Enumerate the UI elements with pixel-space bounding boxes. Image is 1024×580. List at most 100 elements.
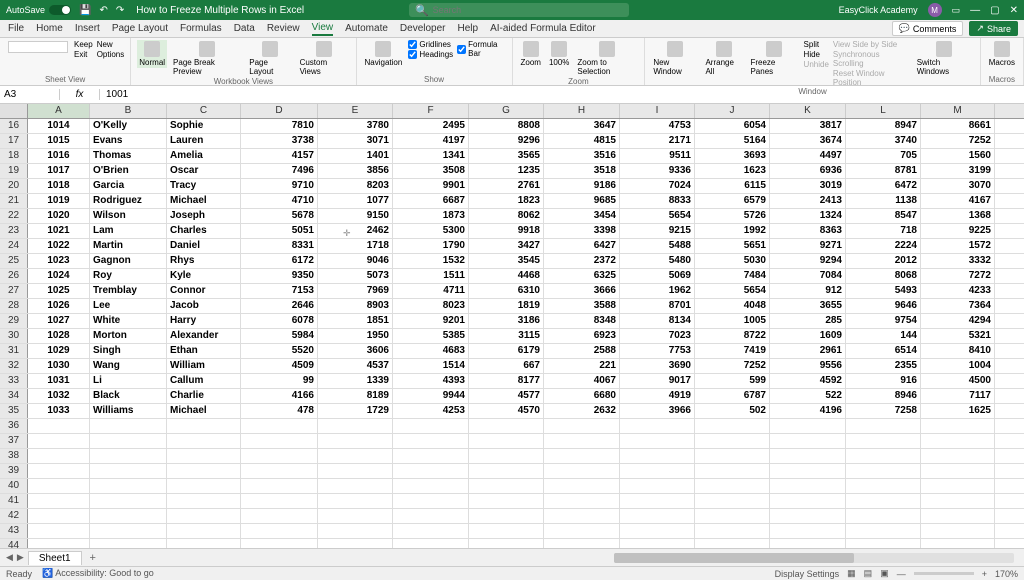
cell[interactable] [695, 449, 770, 463]
cell[interactable]: Williams [90, 404, 167, 418]
cell[interactable]: 6923 [544, 329, 620, 343]
cell[interactable]: 3674 [770, 134, 846, 148]
cell[interactable]: 5651 [695, 239, 770, 253]
cell[interactable]: Rhys [167, 254, 241, 268]
cell[interactable]: 8781 [846, 164, 921, 178]
cell[interactable] [620, 509, 695, 523]
col-header-J[interactable]: J [695, 104, 770, 118]
cell[interactable] [846, 509, 921, 523]
cell[interactable]: 8701 [620, 299, 695, 313]
cell[interactable] [167, 539, 241, 548]
cell[interactable]: 9017 [620, 374, 695, 388]
cell[interactable]: 2462 [318, 224, 393, 238]
cell[interactable]: 6680 [544, 389, 620, 403]
cell[interactable]: 522 [770, 389, 846, 403]
cell[interactable]: 9186 [544, 179, 620, 193]
col-header-G[interactable]: G [469, 104, 544, 118]
cell[interactable]: 5321 [921, 329, 995, 343]
cell[interactable] [241, 434, 318, 448]
cell[interactable]: 1026 [28, 299, 90, 313]
cell[interactable] [770, 524, 846, 538]
cell[interactable]: 1023 [28, 254, 90, 268]
cell[interactable] [921, 449, 995, 463]
cell[interactable]: 3666 [544, 284, 620, 298]
cell[interactable]: O'Brien [90, 164, 167, 178]
cell[interactable]: 7258 [846, 404, 921, 418]
display-settings[interactable]: Display Settings [775, 569, 840, 579]
split-button[interactable]: Split [804, 40, 829, 49]
cell[interactable] [544, 509, 620, 523]
cell[interactable] [241, 539, 318, 548]
cell[interactable]: 7753 [620, 344, 695, 358]
cell[interactable]: 1031 [28, 374, 90, 388]
cell[interactable]: 6310 [469, 284, 544, 298]
cell[interactable]: 4500 [921, 374, 995, 388]
cell[interactable]: 3690 [620, 359, 695, 373]
row-header[interactable]: 30 [0, 329, 28, 343]
cell[interactable] [695, 464, 770, 478]
cell[interactable]: 8189 [318, 389, 393, 403]
cell[interactable] [318, 434, 393, 448]
row-header[interactable]: 22 [0, 209, 28, 223]
cell[interactable] [469, 479, 544, 493]
cell[interactable] [770, 539, 846, 548]
view-normal-icon[interactable]: ▦ [847, 568, 856, 579]
cell[interactable] [846, 419, 921, 433]
cell[interactable]: 3070 [921, 179, 995, 193]
row-header[interactable]: 20 [0, 179, 28, 193]
cell[interactable]: 1514 [393, 359, 469, 373]
tab-file[interactable]: File [8, 23, 24, 34]
cell[interactable]: Martin [90, 239, 167, 253]
cell[interactable]: 8547 [846, 209, 921, 223]
cell[interactable]: 1609 [770, 329, 846, 343]
cell[interactable]: 9685 [544, 194, 620, 208]
cell[interactable] [620, 479, 695, 493]
cell[interactable] [770, 419, 846, 433]
search-input[interactable] [433, 5, 623, 15]
cell[interactable]: 3606 [318, 344, 393, 358]
cell[interactable] [846, 434, 921, 448]
cell[interactable]: Garcia [90, 179, 167, 193]
cell[interactable]: Thomas [90, 149, 167, 163]
undo-icon[interactable]: ↶ [99, 5, 107, 16]
cell[interactable] [167, 434, 241, 448]
cell[interactable]: 718 [846, 224, 921, 238]
cell[interactable]: 8661 [921, 119, 995, 133]
grid[interactable]: ABCDEFGHIJKLM 161014O'KellySophie7810378… [0, 104, 1024, 548]
cell[interactable]: 5300 [393, 224, 469, 238]
cell[interactable]: 7024 [620, 179, 695, 193]
cell[interactable]: 5654 [695, 284, 770, 298]
freeze-panes-button[interactable]: Freeze Panes [748, 40, 799, 77]
cell[interactable] [846, 479, 921, 493]
cell[interactable]: 8062 [469, 209, 544, 223]
view-pagebreak-icon[interactable]: ▣ [880, 568, 889, 579]
cell[interactable]: 1019 [28, 194, 90, 208]
cell[interactable]: Alexander [167, 329, 241, 343]
cell[interactable] [695, 479, 770, 493]
share-button[interactable]: ↗Share [969, 21, 1018, 36]
tab-page-layout[interactable]: Page Layout [112, 23, 168, 34]
cell[interactable] [695, 539, 770, 548]
cell[interactable]: 1138 [846, 194, 921, 208]
tab-formulas[interactable]: Formulas [180, 23, 222, 34]
cell[interactable]: 6325 [544, 269, 620, 283]
redo-icon[interactable]: ↷ [116, 5, 124, 16]
cell[interactable]: 1235 [469, 164, 544, 178]
cell[interactable]: Singh [90, 344, 167, 358]
cell[interactable]: Michael [167, 194, 241, 208]
cell[interactable]: 4919 [620, 389, 695, 403]
new-window-button[interactable]: New Window [651, 40, 699, 77]
cell[interactable]: 9150 [318, 209, 393, 223]
status-accessibility[interactable]: ♿ Accessibility: Good to go [42, 568, 154, 579]
cell[interactable] [921, 509, 995, 523]
cell[interactable]: 9754 [846, 314, 921, 328]
cell[interactable] [544, 419, 620, 433]
cell[interactable]: 9336 [620, 164, 695, 178]
cell[interactable]: 4157 [241, 149, 318, 163]
comments-button[interactable]: 💬Comments [892, 21, 964, 36]
cell[interactable]: 3398 [544, 224, 620, 238]
normal-view-button[interactable]: Normal [137, 40, 167, 68]
cell[interactable]: 916 [846, 374, 921, 388]
cell[interactable]: 1718 [318, 239, 393, 253]
cell[interactable] [469, 419, 544, 433]
